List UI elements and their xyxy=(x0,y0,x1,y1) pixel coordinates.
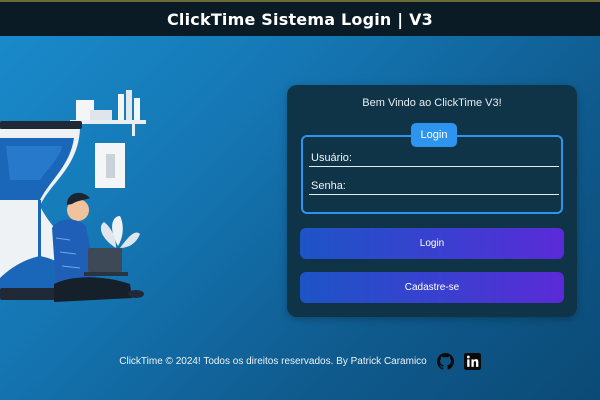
page-title: ClickTime Sistema Login | V3 xyxy=(166,9,433,29)
hourglass-illustration xyxy=(0,88,160,313)
linkedin-icon[interactable] xyxy=(463,352,481,370)
login-button[interactable]: Login xyxy=(300,228,564,259)
login-fieldset: Login xyxy=(301,123,563,214)
top-header-bar: ClickTime Sistema Login | V3 xyxy=(0,0,600,36)
login-legend: Login xyxy=(411,123,457,147)
welcome-message: Bem Vindo ao ClickTime V3! xyxy=(362,97,502,109)
login-card: Bem Vindo ao ClickTime V3! Login Login C… xyxy=(287,85,577,317)
illustration-graphic xyxy=(0,90,146,302)
signup-button[interactable]: Cadastre-se xyxy=(300,272,564,303)
copyright-text: ClickTime © 2024! Todos os direitos rese… xyxy=(119,355,427,367)
password-input[interactable] xyxy=(309,177,559,195)
footer: ClickTime © 2024! Todos os direitos rese… xyxy=(0,350,600,372)
username-input[interactable] xyxy=(309,149,559,167)
github-icon[interactable] xyxy=(436,352,454,370)
